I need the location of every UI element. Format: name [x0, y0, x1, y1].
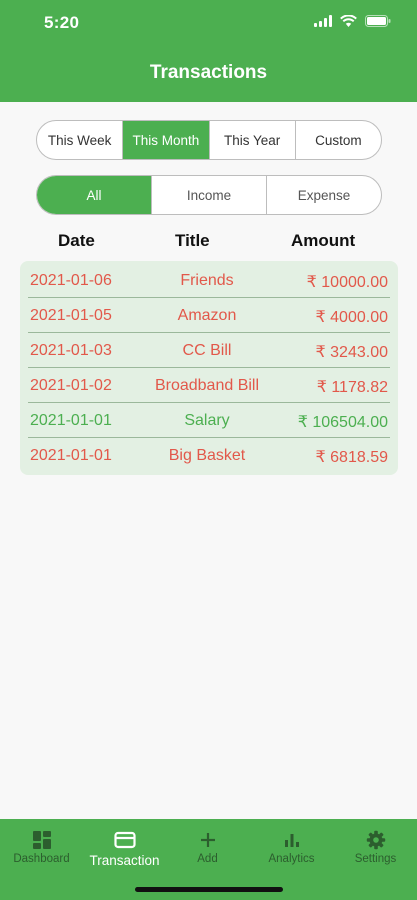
period-this-month[interactable]: This Month	[123, 121, 210, 159]
row-date: 2021-01-02	[30, 377, 112, 394]
period-this-week[interactable]: This Week	[37, 121, 124, 159]
nav-add[interactable]: Add	[166, 829, 249, 865]
period-this-year[interactable]: This Year	[210, 121, 296, 159]
battery-icon	[365, 15, 391, 27]
page-title: Transactions	[149, 62, 268, 83]
cell-signal-icon	[314, 15, 332, 27]
header-date: Date	[58, 231, 95, 250]
type-income[interactable]: Income	[152, 176, 267, 214]
row-amount: ₹ 4000.00	[315, 309, 388, 326]
nav-label: Transaction	[89, 853, 160, 868]
nav-transaction[interactable]: Transaction	[83, 829, 166, 868]
dashboard-icon	[0, 829, 83, 851]
row-amount: ₹ 1178.82	[316, 379, 388, 396]
row-title: CC Bill	[182, 342, 232, 359]
transactions-table: 2021-01-06 Friends ₹ 10000.00 2021-01-05…	[20, 261, 398, 475]
nav-label: Dashboard	[13, 853, 70, 865]
row-amount: ₹ 3243.00	[315, 344, 388, 361]
wifi-icon	[340, 15, 357, 27]
row-date: 2021-01-06	[30, 272, 112, 289]
bar-chart-icon	[250, 829, 333, 851]
row-title: Amazon	[177, 307, 237, 324]
row-title: Friends	[180, 272, 234, 289]
type-all[interactable]: All	[37, 176, 152, 214]
table-row[interactable]: 2021-01-01 Big Basket ₹ 6818.59	[20, 438, 398, 473]
card-icon	[83, 829, 166, 851]
row-date: 2021-01-03	[30, 342, 112, 359]
nav-label: Settings	[354, 853, 397, 865]
row-amount: ₹ 6818.59	[315, 449, 388, 466]
type-filter: All Income Expense	[36, 175, 382, 215]
header-title: Title	[175, 231, 210, 250]
table-row[interactable]: 2021-01-03 CC Bill ₹ 3243.00	[20, 333, 398, 368]
gear-icon	[334, 829, 417, 851]
table-row[interactable]: 2021-01-05 Amazon ₹ 4000.00	[20, 298, 398, 333]
table-row[interactable]: 2021-01-01 Salary ₹ 106504.00	[20, 403, 398, 438]
nav-settings[interactable]: Settings	[334, 829, 417, 865]
row-title: Big Basket	[168, 447, 246, 464]
table-row[interactable]: 2021-01-06 Friends ₹ 10000.00	[20, 263, 398, 298]
period-custom[interactable]: Custom	[296, 121, 381, 159]
row-amount: ₹ 106504.00	[297, 414, 388, 431]
status-time: 5:20	[44, 13, 80, 32]
row-title: Broadband Bill	[154, 377, 260, 394]
nav-label: Add	[197, 853, 218, 865]
status-icons	[314, 15, 391, 27]
table-row[interactable]: 2021-01-02 Broadband Bill ₹ 1178.82	[20, 368, 398, 403]
period-filter: This Week This Month This Year Custom	[36, 120, 382, 160]
row-date: 2021-01-05	[30, 307, 112, 324]
header-amount: Amount	[291, 231, 356, 250]
row-title: Salary	[184, 412, 230, 429]
app-bar: 5:20 Transactions	[0, 0, 417, 102]
plus-icon	[166, 829, 249, 851]
nav-label: Analytics	[268, 853, 315, 865]
row-date: 2021-01-01	[30, 412, 112, 429]
row-amount: ₹ 10000.00	[306, 274, 388, 291]
nav-dashboard[interactable]: Dashboard	[0, 829, 83, 865]
row-date: 2021-01-01	[30, 447, 112, 464]
type-expense[interactable]: Expense	[267, 176, 381, 214]
nav-analytics[interactable]: Analytics	[250, 829, 333, 865]
home-indicator	[135, 887, 283, 892]
table-header: Date Title Amount	[0, 231, 417, 253]
